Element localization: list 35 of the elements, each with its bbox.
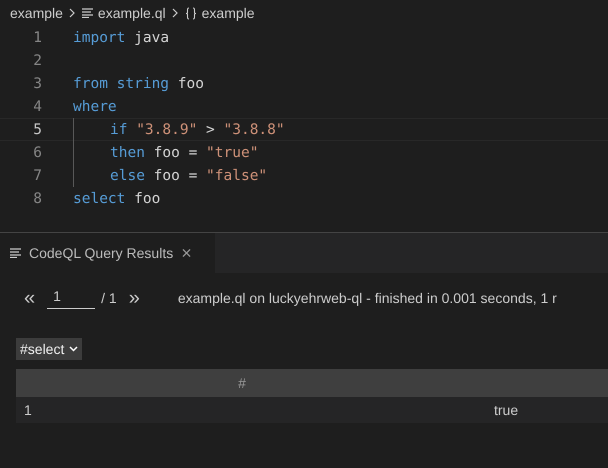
line-number: 6 xyxy=(32,144,43,160)
page-total: / 1 xyxy=(101,290,117,306)
first-page-button[interactable]: « xyxy=(24,286,36,310)
column-header: # xyxy=(237,375,247,391)
code-line: from string foo xyxy=(73,76,204,92)
line-number: 1 xyxy=(32,30,43,46)
page-input[interactable]: 1 xyxy=(47,288,96,308)
braces-icon xyxy=(184,6,197,20)
code-line: then foo = "true" xyxy=(110,144,258,160)
breadcrumb-item[interactable]: example xyxy=(10,5,63,21)
line-number: 3 xyxy=(32,76,43,92)
chevron-icon xyxy=(172,8,179,18)
line-number: 8 xyxy=(32,190,43,206)
close-icon[interactable]: × xyxy=(181,242,192,264)
code-line: where xyxy=(73,98,117,114)
line-number: 4 xyxy=(32,98,43,114)
results-tab[interactable]: CodeQL Query Results × xyxy=(0,233,215,273)
code-line: import java xyxy=(73,30,170,46)
breadcrumb-item[interactable]: example xyxy=(184,5,255,21)
query-status: example.ql on luckyehrweb-ql - finished in 0.001 seconds, 1 r xyxy=(178,290,557,306)
table-cell-text: true xyxy=(493,402,518,418)
line-number: 7 xyxy=(32,168,43,184)
text-file-icon xyxy=(82,8,93,18)
line-number: 2 xyxy=(32,52,43,68)
code-line: if "3.8.9" > "3.8.8" xyxy=(110,122,285,138)
code-line: else foo = "false" xyxy=(110,168,268,184)
code-line: select foo xyxy=(73,190,160,206)
chevron-down-icon xyxy=(69,346,78,352)
breadcrumb-item[interactable]: example.ql xyxy=(82,5,166,21)
last-page-button[interactable]: » xyxy=(128,286,140,310)
line-number: 5 xyxy=(32,122,43,138)
table-cell-text: 1 xyxy=(23,402,33,418)
chevron-icon xyxy=(68,8,76,18)
list-icon xyxy=(10,248,21,258)
result-set-dropdown[interactable]: #select xyxy=(16,338,82,360)
